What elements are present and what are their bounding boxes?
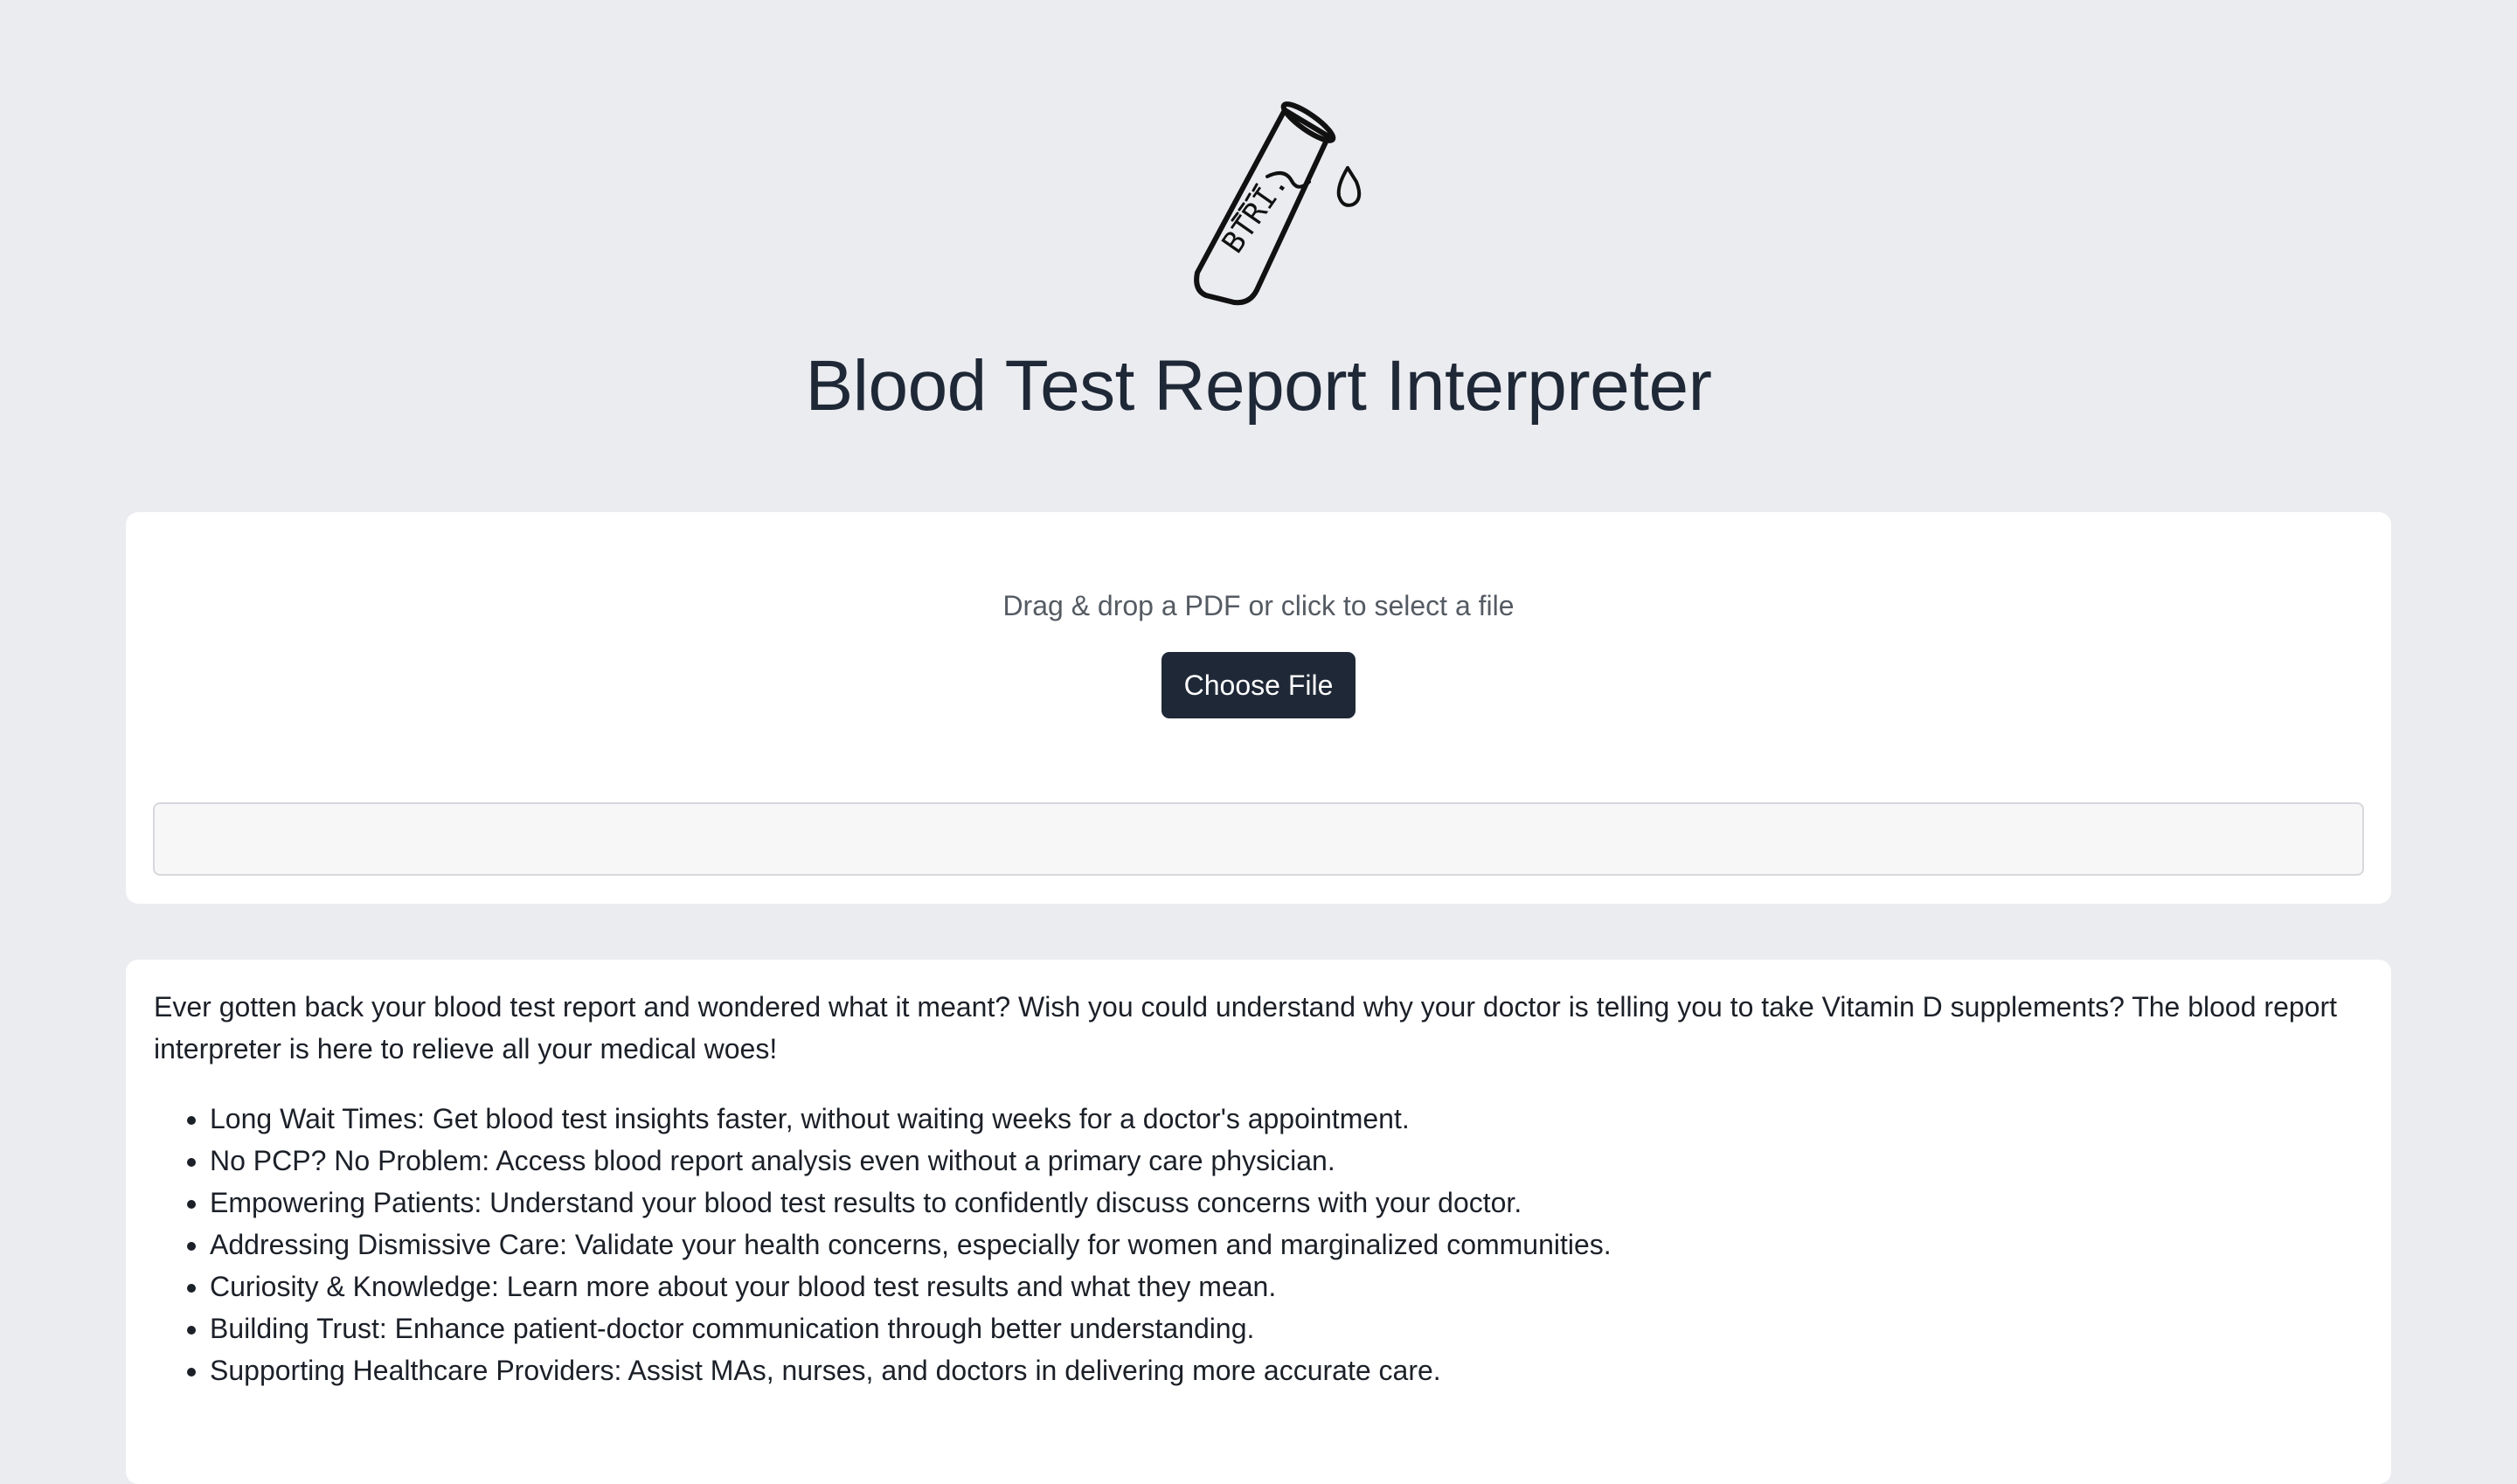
benefits-list: Long Wait Times: Get blood test insights… [154,1098,2412,1391]
intro-paragraph: Ever gotten back your blood test report … [154,991,2337,1064]
test-tube-icon: BTRI. [1194,101,1362,306]
info-section: Ever gotten back your blood test report … [126,960,2391,1484]
dropzone-instructions: Drag & drop a PDF or click to select a f… [1002,590,1515,621]
result-output-box [153,802,2364,876]
list-item: Curiosity & Knowledge: Learn more about … [210,1266,2412,1307]
page-title: Blood Test Report Interpreter [805,346,1712,426]
choose-file-button[interactable]: Choose File [1161,652,1356,718]
list-item: Addressing Dismissive Care: Validate you… [210,1224,2412,1266]
list-item: Empowering Patients: Understand your blo… [210,1182,2412,1224]
list-item: Building Trust: Enhance patient-doctor c… [210,1307,2412,1349]
list-item: Supporting Healthcare Providers: Assist … [210,1349,2412,1391]
upload-dropzone[interactable]: Drag & drop a PDF or click to select a f… [126,512,2391,904]
test-tube-logo: BTRI. [1154,98,1372,316]
list-item: No PCP? No Problem: Access blood report … [210,1140,2412,1182]
list-item: Long Wait Times: Get blood test insights… [210,1098,2412,1140]
